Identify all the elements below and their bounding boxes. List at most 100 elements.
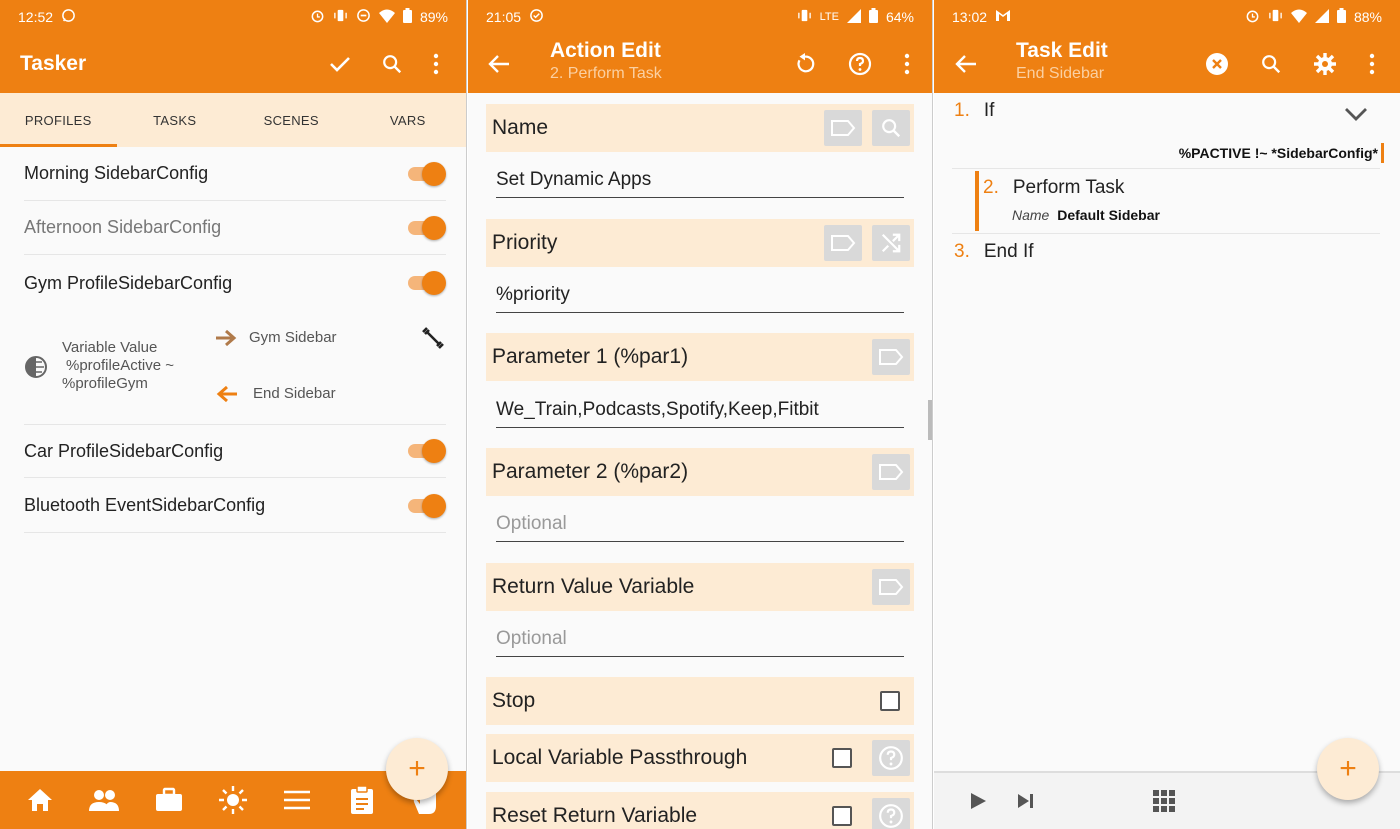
help-icon[interactable]: [872, 798, 910, 829]
step-label: If: [983, 100, 995, 121]
battery-icon: [402, 8, 412, 26]
profile-name: Gym ProfileSidebarConfig: [24, 272, 233, 293]
briefcase-icon[interactable]: [152, 783, 186, 817]
status-time: 21:05: [486, 9, 522, 25]
exit-task-name[interactable]: End Sidebar: [253, 385, 336, 402]
signal-icon: [846, 8, 861, 26]
chevron-down-icon[interactable]: [1344, 106, 1368, 127]
profile-toggle[interactable]: [408, 215, 446, 240]
task-step-perform[interactable]: 2. Perform Task: [983, 177, 1124, 199]
field-label: Return Value Variable: [492, 575, 695, 598]
tab-scenes[interactable]: SCENES: [233, 93, 350, 147]
wifi-icon: [1290, 9, 1307, 26]
field-name-header: Name: [486, 104, 914, 152]
clipboard-icon[interactable]: [345, 783, 379, 817]
help-icon[interactable]: [872, 740, 910, 776]
field-label: Local Variable Passthrough: [492, 746, 748, 769]
profile-toggle[interactable]: [408, 493, 446, 518]
condition-variable: %profileActive ~: [66, 357, 174, 374]
status-time: 13:02: [952, 9, 988, 25]
profile-row[interactable]: Morning SidebarConfig: [24, 147, 446, 201]
field-param1-header: Parameter 1 (%par1): [486, 333, 914, 381]
return-variable-input[interactable]: Optional: [496, 621, 904, 657]
back-arrow-icon[interactable]: [955, 54, 977, 74]
profile-name: Afternoon SidebarConfig: [24, 217, 222, 237]
check-circle-icon: [529, 8, 544, 26]
field-label: Stop: [492, 689, 536, 712]
screen-subtitle: End Sidebar: [1016, 65, 1105, 82]
tasker-main-panel: 12:52 89% Tasker PROFILES TASKS SCENES V…: [0, 0, 467, 829]
local-passthrough-checkbox[interactable]: [832, 748, 852, 768]
tab-profiles[interactable]: PROFILES: [0, 93, 117, 147]
reset-return-checkbox[interactable]: [832, 806, 852, 826]
param2-input[interactable]: Optional: [496, 506, 904, 542]
param-value: Default Sidebar: [1057, 207, 1160, 223]
tab-vars[interactable]: VARS: [350, 93, 467, 147]
tag-icon[interactable]: [824, 110, 862, 146]
battery-percent: 88%: [1353, 9, 1382, 25]
task-step-if[interactable]: 1. If: [954, 100, 994, 122]
signal-icon: [1314, 8, 1329, 26]
stop-row: Stop: [486, 677, 914, 725]
add-action-fab-button[interactable]: +: [1317, 738, 1379, 800]
back-arrow-icon[interactable]: [488, 54, 510, 74]
profile-row[interactable]: Afternoon SidebarConfig: [24, 201, 446, 255]
priority-input[interactable]: %priority: [496, 277, 904, 313]
profile-name: Morning SidebarConfig: [24, 163, 209, 183]
sun-icon[interactable]: [216, 783, 250, 817]
menu-lines-icon[interactable]: [280, 783, 314, 817]
profile-toggle[interactable]: [408, 271, 446, 295]
status-bar: 12:52 89%: [0, 0, 466, 34]
tag-icon[interactable]: [824, 225, 862, 261]
task-step-end-if[interactable]: 3. End If: [954, 241, 1034, 263]
stop-checkbox[interactable]: [880, 691, 900, 711]
battery-icon: [868, 8, 878, 26]
battery-percent: 64%: [885, 9, 914, 25]
shuffle-icon[interactable]: [872, 225, 910, 261]
battery-percent: 89%: [419, 9, 448, 25]
help-icon[interactable]: [848, 52, 872, 76]
profile-toggle[interactable]: [408, 161, 446, 186]
param1-input[interactable]: We_Train,Podcasts,Spotify,Keep,Fitbit: [496, 392, 904, 428]
step-forward-icon[interactable]: [1016, 791, 1036, 816]
settings-gear-icon[interactable]: [1313, 52, 1337, 76]
overflow-menu-icon[interactable]: [1368, 53, 1376, 75]
overflow-menu-icon[interactable]: [432, 53, 440, 75]
reset-return-row: Reset Return Variable: [486, 792, 914, 829]
reset-icon[interactable]: [794, 52, 816, 75]
name-input[interactable]: Set Dynamic Apps: [496, 162, 904, 198]
alarm-icon: [310, 8, 325, 26]
field-return-header: Return Value Variable: [486, 563, 914, 611]
play-icon[interactable]: [968, 791, 988, 816]
enter-task-name[interactable]: Gym Sidebar: [249, 329, 337, 346]
field-priority-header: Priority: [486, 219, 914, 267]
cancel-icon[interactable]: [1205, 52, 1229, 76]
context-condition[interactable]: Variable Value %profileActive ~ %profile…: [62, 339, 174, 393]
profile-row[interactable]: Car ProfileSidebarConfig: [24, 424, 446, 478]
variable-condition-icon[interactable]: [24, 355, 48, 383]
profile-row[interactable]: Gym ProfileSidebarConfig: [24, 256, 446, 310]
app-bar: Action Edit 2. Perform Task: [468, 34, 932, 93]
search-icon[interactable]: [381, 53, 403, 75]
field-param2-header: Parameter 2 (%par2): [486, 448, 914, 496]
field-label: Name: [492, 116, 549, 139]
search-icon[interactable]: [872, 110, 910, 146]
enter-arrow-icon: [215, 328, 237, 352]
tag-icon[interactable]: [872, 569, 910, 605]
step-number: 3.: [954, 241, 970, 262]
profile-toggle[interactable]: [408, 439, 446, 463]
status-bar: 13:02 88%: [934, 0, 1400, 34]
battery-icon: [1336, 8, 1346, 26]
add-fab-button[interactable]: +: [386, 738, 448, 800]
tag-icon[interactable]: [872, 454, 910, 490]
tag-icon[interactable]: [872, 339, 910, 375]
apply-check-icon[interactable]: [328, 52, 352, 76]
scrollbar[interactable]: [928, 400, 932, 440]
profile-row[interactable]: Bluetooth EventSidebarConfig: [24, 479, 446, 533]
people-icon[interactable]: [87, 783, 121, 817]
search-icon[interactable]: [1260, 53, 1282, 75]
home-icon[interactable]: [23, 783, 57, 817]
tab-tasks[interactable]: TASKS: [117, 93, 234, 147]
overflow-menu-icon[interactable]: [903, 53, 911, 75]
grid-icon[interactable]: [1152, 789, 1176, 818]
